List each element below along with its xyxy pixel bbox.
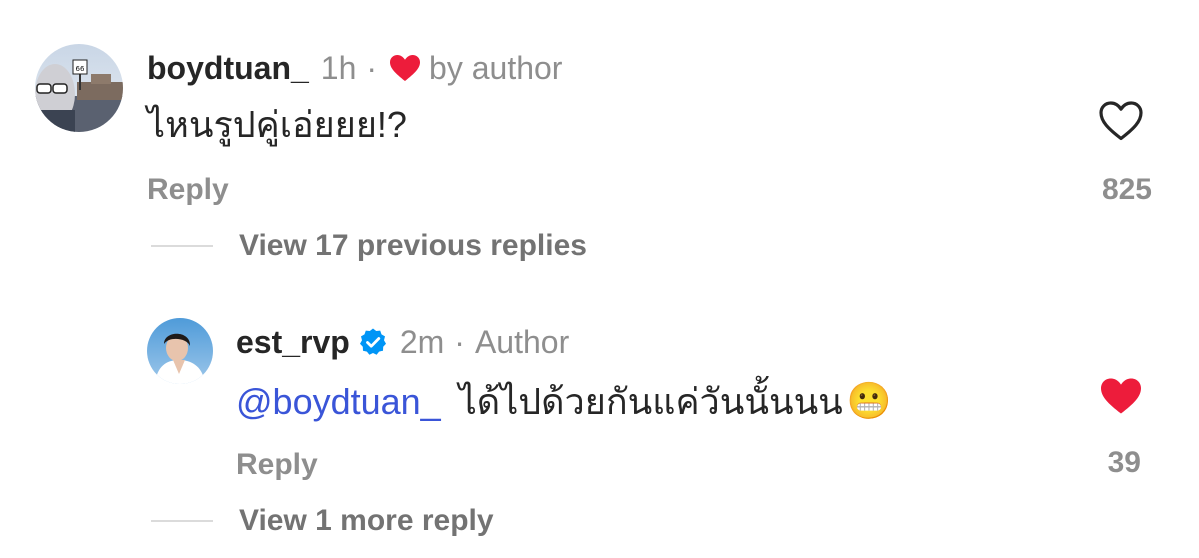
comment-time: 1h <box>320 49 357 86</box>
comment-header: est_rvp 2m · Author <box>236 322 569 362</box>
comment-text: ไหนรูปคู่เอ่ยยย!? <box>147 104 407 145</box>
view-more-replies-button[interactable]: View 1 more reply <box>239 502 494 540</box>
separator-dot: · <box>366 49 378 86</box>
reply-button[interactable]: Reply <box>236 446 318 484</box>
comment-time: 2m <box>399 323 445 360</box>
mention-link[interactable]: @boydtuan_ <box>236 376 441 428</box>
avatar-est-rvp[interactable] <box>147 318 213 384</box>
view-replies-button[interactable]: View 17 previous replies <box>239 227 587 265</box>
replies-divider <box>151 245 213 247</box>
like-count: 825 <box>1101 173 1152 206</box>
liked-by-author-label: by author <box>429 49 563 86</box>
heart-filled-icon <box>1101 378 1141 414</box>
avatar-boydtuan[interactable]: 66 <box>35 44 123 132</box>
username[interactable]: est_rvp <box>236 324 350 361</box>
comment-body: ได้ไปด้วยกันแค่วันนั้นนน <box>458 381 843 422</box>
svg-text:66: 66 <box>76 65 85 73</box>
heart-outline-icon <box>1099 101 1143 141</box>
like-count: 39 <box>1107 446 1141 479</box>
like-button[interactable] <box>1098 100 1144 142</box>
grimacing-face-emoji: 😬 <box>846 381 892 422</box>
reply-button[interactable]: Reply <box>147 171 229 209</box>
verified-badge-icon <box>358 327 388 357</box>
comment-text: @boydtuan_ ได้ไปด้วยกันแค่วันนั้นนน 😬 <box>236 376 892 428</box>
author-label: Author <box>474 323 570 360</box>
heart-filled-icon <box>389 54 421 82</box>
comment-header: boydtuan_ 1h · by author <box>147 48 562 88</box>
separator-dot: · <box>454 323 465 360</box>
replies-divider <box>151 520 213 522</box>
username[interactable]: boydtuan_ <box>147 50 309 87</box>
like-button[interactable] <box>1099 376 1143 416</box>
